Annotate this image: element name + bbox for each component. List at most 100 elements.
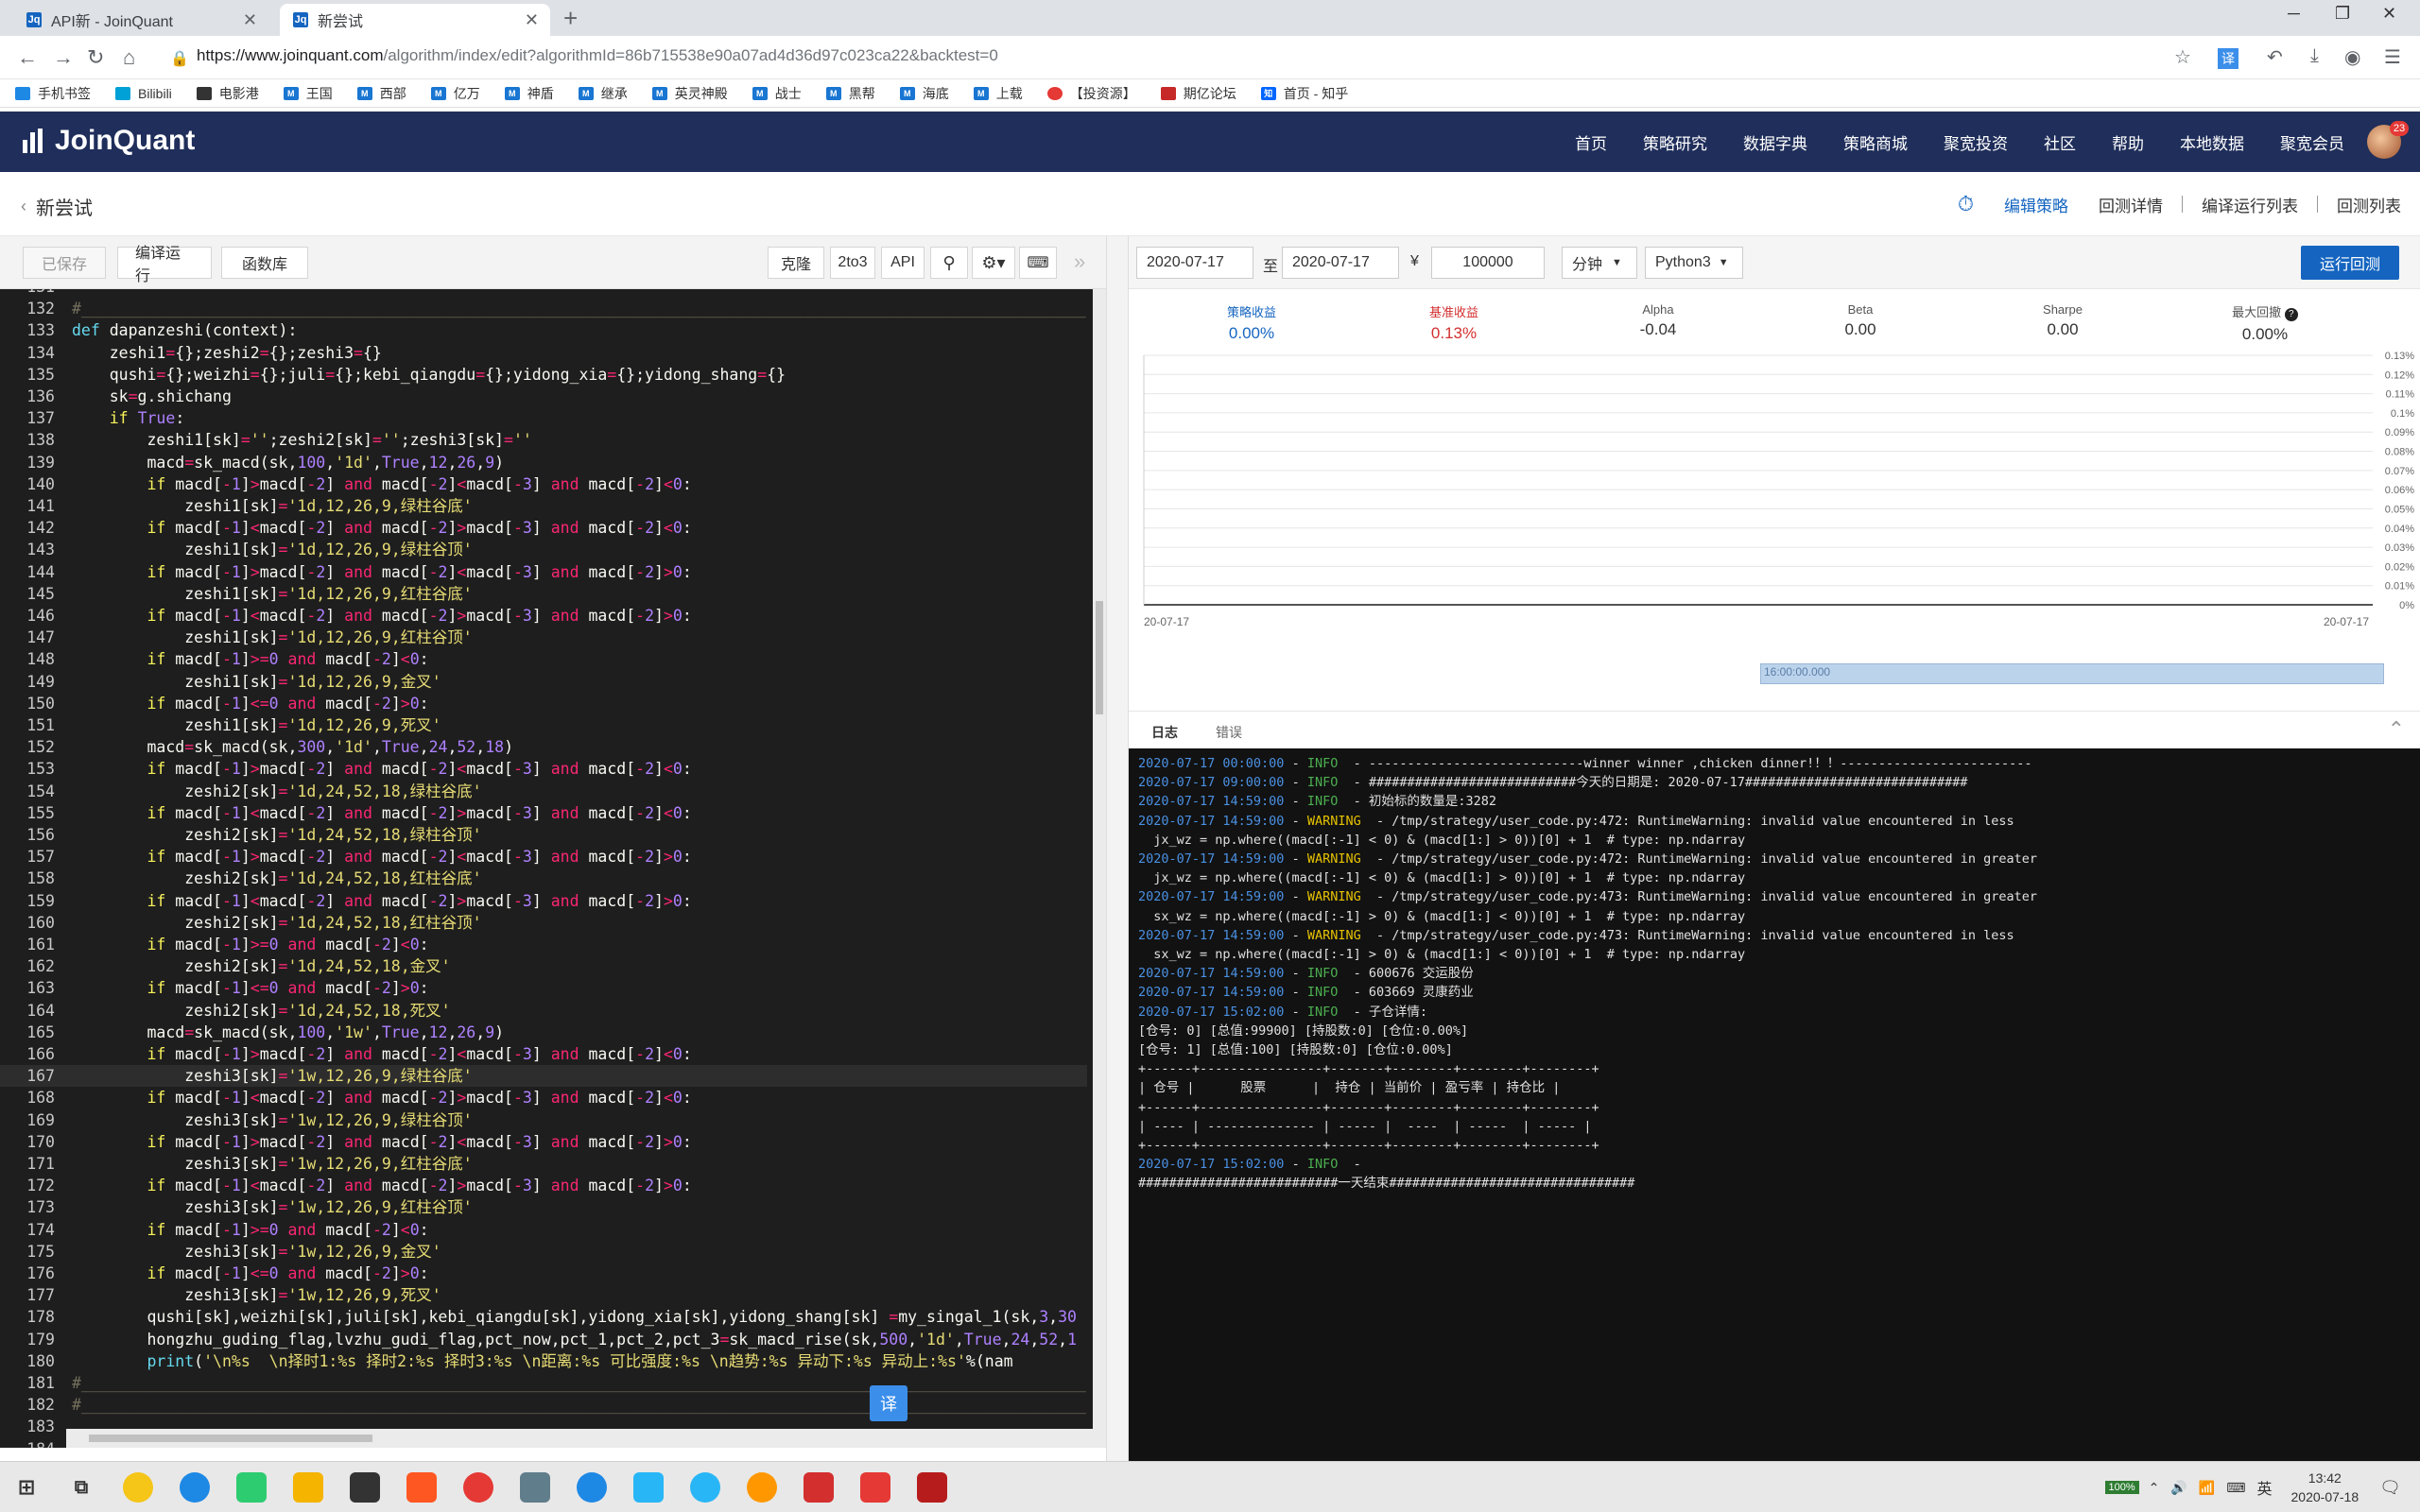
keyboard-icon[interactable]: ⌨ (1019, 247, 1057, 279)
code-line[interactable]: 170 if macd[-1]>macd[-2] and macd[-2]<ma… (0, 1131, 1087, 1153)
translate-bubble[interactable]: 译 (870, 1385, 908, 1421)
function-library-button[interactable]: 函数库 (221, 247, 308, 279)
tab-backtest-detail[interactable]: 回测详情 (2099, 193, 2163, 216)
bookmark-item[interactable]: M 西部 (356, 84, 406, 103)
code-line[interactable]: 171 zeshi3[sk]='1w,12,26,9,红柱谷底' (0, 1153, 1087, 1175)
code-line[interactable]: 174 if macd[-1]>=0 and macd[-2]<0: (0, 1219, 1087, 1241)
tab-edit-strategy[interactable]: 编辑策略 (2004, 193, 2068, 216)
code-line[interactable]: 150 if macd[-1]<=0 and macd[-2]>0: (0, 693, 1087, 714)
panel-divider[interactable] (1106, 236, 1129, 1461)
code-line[interactable]: 178 qushi[sk],weizhi[sk],juli[sk],kebi_q… (0, 1306, 1087, 1328)
code-line[interactable]: 135 qushi={};weizhi={};juli={};kebi_qian… (0, 364, 1087, 386)
code-line[interactable]: 131 (0, 289, 1087, 298)
2to3-button[interactable]: 2to3 (830, 247, 875, 279)
code-line[interactable]: 177 zeshi3[sk]='1w,12,26,9,死叉' (0, 1284, 1087, 1306)
nav-membership[interactable]: 聚宽会员 (2280, 130, 2344, 154)
code-line[interactable]: 151 zeshi1[sk]='1d,12,26,9,死叉' (0, 714, 1087, 736)
code-line[interactable]: 144 if macd[-1]>macd[-2] and macd[-2]<ma… (0, 561, 1087, 583)
windows-start-icon[interactable]: ⊞ (11, 1472, 42, 1503)
code-line[interactable]: 141 zeshi1[sk]='1d,12,26,9,绿柱谷底' (0, 495, 1087, 517)
code-line[interactable]: 159 if macd[-1]<macd[-2] and macd[-2]>ma… (0, 890, 1087, 912)
code-line[interactable]: 163 if macd[-1]<=0 and macd[-2]>0: (0, 977, 1087, 999)
url-field[interactable]: https://www.joinquant.com/algorithm/inde… (197, 46, 998, 65)
code-line[interactable]: 161 if macd[-1]>=0 and macd[-2]<0: (0, 934, 1087, 955)
bookmark-item[interactable]: M 战士 (752, 84, 802, 103)
music-icon[interactable] (406, 1472, 437, 1503)
end-date-input[interactable]: 2020-07-17 (1282, 247, 1399, 279)
home-icon[interactable]: ⌂ (123, 45, 135, 70)
code-line[interactable]: 169 zeshi3[sk]='1w,12,26,9,绿柱谷顶' (0, 1109, 1087, 1131)
nav-data-dict[interactable]: 数据字典 (1743, 130, 1807, 154)
netease-icon[interactable] (463, 1472, 493, 1503)
bookmark-item[interactable]: M 上载 (973, 84, 1023, 103)
tab-log[interactable]: 日志 (1151, 723, 1178, 742)
code-line[interactable]: 179 hongzhu_guding_flag,lvzhu_gudi_flag,… (0, 1329, 1087, 1350)
code-line[interactable]: 176 if macd[-1]<=0 and macd[-2]>0: (0, 1263, 1087, 1284)
nav-invest[interactable]: 聚宽投资 (1944, 130, 2008, 154)
close-icon[interactable]: ✕ (525, 10, 539, 30)
code-line[interactable]: 146 if macd[-1]<macd[-2] and macd[-2]>ma… (0, 605, 1087, 627)
ime-indicator[interactable]: 英 (2257, 1476, 2273, 1499)
bookmark-item[interactable]: 知首页 - 知乎 (1260, 84, 1348, 103)
bookmark-item[interactable]: M 王国 (283, 84, 333, 103)
volume-icon[interactable]: 🔊 (2170, 1480, 2187, 1496)
clock[interactable]: 13:42 2020-07-18 (2291, 1469, 2360, 1506)
app-icon[interactable] (350, 1472, 380, 1503)
bookmark-item[interactable]: M 继承 (578, 84, 628, 103)
nav-home[interactable]: 首页 (1575, 130, 1607, 154)
back-icon[interactable]: ← (17, 45, 38, 70)
new-tab-icon[interactable]: + (563, 4, 578, 33)
code-line[interactable]: 158 zeshi2[sk]='1d,24,52,18,红柱谷底' (0, 868, 1087, 889)
chevron-up-icon[interactable]: ⌃ (2149, 1480, 2160, 1496)
code-line[interactable]: 132 #____________________________________… (0, 298, 1087, 319)
nav-store[interactable]: 策略商城 (1843, 130, 1908, 154)
minimize-icon[interactable]: ─ (2288, 4, 2300, 24)
code-line[interactable]: 142 if macd[-1]<macd[-2] and macd[-2]>ma… (0, 517, 1087, 539)
tab-backtest-list[interactable]: 回测列表 (2337, 193, 2401, 216)
folder-icon[interactable] (293, 1472, 323, 1503)
range-slider-bar[interactable] (1760, 663, 2384, 684)
app-icon[interactable] (577, 1472, 607, 1503)
task-view-icon[interactable]: ⧉ (66, 1472, 96, 1503)
battery-indicator[interactable]: 100% (2104, 1481, 2139, 1494)
code-line[interactable]: 160 zeshi2[sk]='1d,24,52,18,红柱谷顶' (0, 912, 1087, 934)
code-line[interactable]: 181 #____________________________________… (0, 1372, 1087, 1394)
keyboard-icon[interactable]: ⌨ (2226, 1480, 2245, 1496)
clone-button[interactable]: 克隆 (768, 247, 824, 279)
app-icon[interactable] (747, 1472, 777, 1503)
back-to-list[interactable]: ‹ 新尝试 (21, 193, 93, 220)
code-line[interactable]: 143 zeshi1[sk]='1d,12,26,9,绿柱谷顶' (0, 539, 1087, 560)
code-line[interactable]: 134 zeshi1={};zeshi2={};zeshi3={} (0, 342, 1087, 364)
bookmark-item[interactable]: M 神盾 (504, 84, 554, 103)
bookmark-item[interactable]: 期亿论坛 (1160, 84, 1236, 103)
code-line[interactable]: 140 if macd[-1]>macd[-2] and macd[-2]<ma… (0, 473, 1087, 495)
compile-run-button[interactable]: 编译运行 (117, 246, 212, 284)
app-icon[interactable] (860, 1472, 890, 1503)
saved-button[interactable]: 已保存 (23, 247, 106, 279)
bookmark-item[interactable]: M 亿万 (430, 84, 480, 103)
code-line[interactable]: 173 zeshi3[sk]='1w,12,26,9,红柱谷顶' (0, 1196, 1087, 1218)
scroll-thumb[interactable] (1096, 601, 1103, 714)
horizontal-scrollbar[interactable] (66, 1429, 1093, 1448)
bookmark-item[interactable]: M 英灵神殿 (651, 84, 728, 103)
bookmark-item[interactable]: 手机书签 (15, 84, 91, 103)
code-line[interactable]: 156 zeshi2[sk]='1d,24,52,18,绿柱谷顶' (0, 824, 1087, 846)
tab-error[interactable]: 错误 (1216, 723, 1242, 742)
code-line[interactable]: 157 if macd[-1]>macd[-2] and macd[-2]<ma… (0, 846, 1087, 868)
code-line[interactable]: 182 #____________________________________… (0, 1394, 1087, 1416)
bookmark-item[interactable]: M 海底 (899, 84, 949, 103)
bookmark-item[interactable]: M 黑帮 (825, 84, 875, 103)
capital-input[interactable]: 100000 (1431, 247, 1545, 279)
profile-icon[interactable]: ◉ (2344, 45, 2360, 69)
api-button[interactable]: API (881, 247, 925, 279)
app-icon[interactable] (804, 1472, 834, 1503)
code-line[interactable]: 165 macd=sk_macd(sk,100,'1w',True,12,26,… (0, 1022, 1087, 1043)
brand-logo[interactable]: JoinQuant (23, 125, 195, 157)
timer-icon[interactable]: ⏱ (1958, 192, 1974, 216)
python-select[interactable]: Python3 ▼ (1645, 247, 1743, 279)
translate-icon[interactable]: 译 (2218, 48, 2238, 69)
code-line[interactable]: 155 if macd[-1]<macd[-2] and macd[-2]>ma… (0, 802, 1087, 824)
menu-icon[interactable]: ☰ (2384, 45, 2401, 69)
code-line[interactable]: 175 zeshi3[sk]='1w,12,26,9,金叉' (0, 1241, 1087, 1263)
download-icon[interactable]: ⤓ (2310, 45, 2319, 67)
